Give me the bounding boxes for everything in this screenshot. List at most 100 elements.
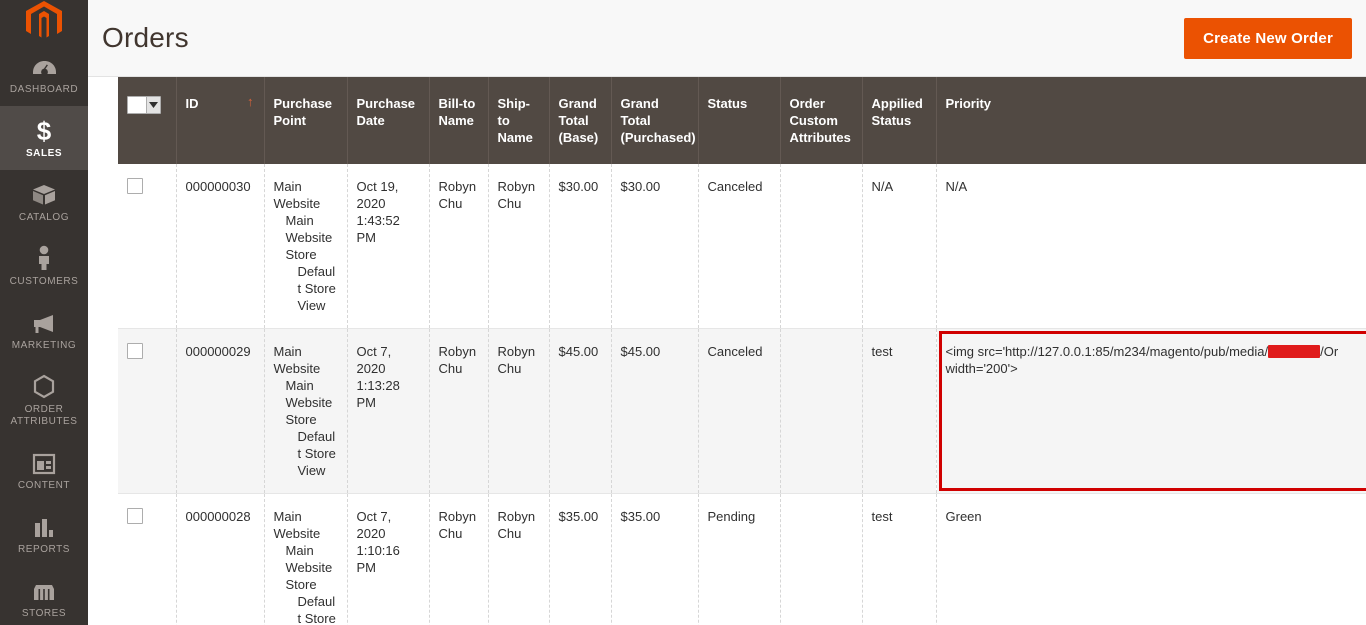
cell-grand-total-base: $35.00 [548, 493, 611, 625]
column-header-id[interactable]: ID ↑ [175, 77, 264, 164]
sidebar-item-marketing[interactable]: MARKETING [0, 298, 88, 362]
column-header-priority[interactable]: Priority [935, 77, 1366, 164]
priority-snippet-tail: width='200'> [945, 361, 1018, 376]
cell-bill-to-name: Robyn Chu [428, 164, 488, 329]
sidebar-item-reports[interactable]: REPORTS [0, 502, 88, 566]
purchase-point-store-view: Default Store View [297, 594, 336, 625]
sidebar-item-catalog[interactable]: CATALOG [0, 170, 88, 234]
row-select-cell[interactable] [118, 164, 176, 329]
column-header-bill-to-name[interactable]: Bill-to Name [428, 77, 488, 164]
column-header-order-custom-attributes[interactable]: Order Custom Attributes [779, 77, 862, 164]
orders-grid-container[interactable]: ID ↑ Purchase Point Purchase Date Bill-t… [88, 77, 1366, 625]
sidebar-item-label: SALES [25, 148, 63, 159]
cell-id: 000000029 [175, 328, 264, 494]
grid-header: ID ↑ Purchase Point Purchase Date Bill-t… [118, 77, 1366, 164]
sidebar-item-sales[interactable]: $ SALES [0, 106, 88, 170]
column-header-grand-total-purchased[interactable]: Grand Total (Purchased) [610, 77, 698, 164]
main-content: Orders Create New Order ID ↑ Purchase Po… [88, 0, 1366, 625]
cell-id: 000000030 [175, 164, 264, 329]
sidebar-item-label: REPORTS [17, 544, 70, 555]
sidebar-item-order-attributes[interactable]: ORDER ATTRIBUTES [0, 362, 88, 438]
chevron-down-icon[interactable] [146, 96, 160, 113]
purchase-point-store-view: Default Store View [297, 429, 336, 478]
sort-ascending-icon[interactable]: ↑ [247, 95, 254, 108]
column-header-status[interactable]: Status [697, 77, 780, 164]
cell-order-custom-attributes [779, 328, 862, 494]
column-header-label: Bill-to Name [438, 96, 476, 128]
table-row[interactable]: 000000029 Main Website Main Website Stor… [118, 328, 1366, 494]
sidebar-item-stores[interactable]: STORES [0, 566, 88, 625]
column-header-ship-to-name[interactable]: Ship-to Name [487, 77, 549, 164]
create-new-order-button[interactable]: Create New Order [1184, 17, 1352, 59]
priority-html-snippet: <img src='http://127.0.0.1:85/m234/magen… [946, 344, 1339, 376]
column-header-grand-total-base[interactable]: Grand Total (Base) [548, 77, 611, 164]
cell-purchase-point: Main Website Main Website Store Default … [263, 164, 347, 329]
cell-ship-to-name: Robyn Chu [487, 164, 549, 329]
page-title: Orders [102, 22, 189, 53]
mass-select-checkbox[interactable] [128, 96, 146, 113]
cell-priority: N/A [935, 164, 1366, 329]
cell-priority: Green [935, 493, 1366, 625]
column-header-label: Ship-to Name [497, 96, 533, 145]
cell-order-custom-attributes [779, 493, 862, 625]
column-header-label: Order Custom Attributes [789, 96, 851, 145]
cell-id: 000000028 [175, 493, 264, 625]
cell-purchase-date: Oct 7, 2020 1:13:28 PM [346, 328, 429, 494]
cell-purchase-point: Main Website Main Website Store Default … [263, 493, 347, 625]
cell-grand-total-purchased: $45.00 [610, 328, 698, 494]
layout-icon [32, 449, 56, 475]
row-select-cell[interactable] [118, 493, 176, 625]
cell-order-custom-attributes [779, 164, 862, 329]
row-select-cell[interactable] [118, 328, 176, 494]
grid-body: 000000030 Main Website Main Website Stor… [118, 164, 1366, 625]
sidebar-item-customers[interactable]: CUSTOMERS [0, 234, 88, 298]
cell-bill-to-name: Robyn Chu [428, 493, 488, 625]
magento-logo-icon[interactable] [0, 0, 88, 42]
table-row[interactable]: 000000028 Main Website Main Website Stor… [118, 493, 1366, 625]
row-checkbox[interactable] [127, 178, 143, 194]
column-header-label: Status [707, 96, 748, 111]
purchase-point-store: Main Website Store [285, 543, 333, 592]
mass-select-control[interactable] [127, 95, 161, 114]
bar-chart-icon [32, 513, 56, 539]
column-header-purchase-date[interactable]: Purchase Date [346, 77, 429, 164]
sidebar-item-label: STORES [21, 608, 67, 619]
sidebar-item-content[interactable]: CONTENT [0, 438, 88, 502]
cell-priority-highlighted: <img src='http://127.0.0.1:85/m234/magen… [935, 328, 1366, 494]
sidebar-item-label: CONTENT [17, 480, 71, 491]
box-icon [31, 181, 57, 207]
sidebar-item-dashboard[interactable]: DASHBOARD [0, 42, 88, 106]
column-header-purchase-point[interactable]: Purchase Point [263, 77, 347, 164]
purchase-point-website: Main Website [273, 344, 321, 376]
cell-applied-status: N/A [861, 164, 936, 329]
cell-purchase-point: Main Website Main Website Store Default … [263, 328, 347, 494]
admin-page: DASHBOARD $ SALES CATALOG CUSTOMERS MARK… [0, 0, 1366, 625]
purchase-point-store-view: Default Store View [297, 264, 336, 313]
hexagon-icon [32, 373, 56, 399]
row-checkbox[interactable] [127, 343, 143, 359]
priority-snippet-prefix: <img src='http://127.0.0.1:85/m234/magen… [945, 344, 1269, 359]
dashboard-icon [32, 53, 57, 79]
page-header: Orders Create New Order [88, 0, 1366, 77]
column-header-label: Grand Total (Base) [558, 96, 599, 145]
purchase-point-website: Main Website [273, 509, 321, 541]
row-checkbox[interactable] [127, 508, 143, 524]
grid-header-row: ID ↑ Purchase Point Purchase Date Bill-t… [118, 77, 1366, 164]
purchase-point-store: Main Website Store [285, 213, 333, 262]
cell-purchase-date: Oct 19, 2020 1:43:52 PM [346, 164, 429, 329]
column-header-label: Appilied Status [871, 96, 923, 128]
column-header-applied-status[interactable]: Appilied Status [861, 77, 936, 164]
table-row[interactable]: 000000030 Main Website Main Website Stor… [118, 164, 1366, 329]
orders-grid: ID ↑ Purchase Point Purchase Date Bill-t… [118, 77, 1366, 625]
cell-applied-status: test [861, 493, 936, 625]
cell-grand-total-purchased: $35.00 [610, 493, 698, 625]
cell-bill-to-name: Robyn Chu [428, 328, 488, 494]
cell-applied-status: test [861, 328, 936, 494]
cell-purchase-date: Oct 7, 2020 1:10:16 PM [346, 493, 429, 625]
cell-status: Pending [697, 493, 780, 625]
column-header-mass-select[interactable] [118, 77, 176, 164]
column-header-label: Grand Total (Purchased) [620, 96, 696, 145]
cell-ship-to-name: Robyn Chu [487, 493, 549, 625]
cell-grand-total-base: $45.00 [548, 328, 611, 494]
dollar-icon: $ [34, 117, 54, 143]
